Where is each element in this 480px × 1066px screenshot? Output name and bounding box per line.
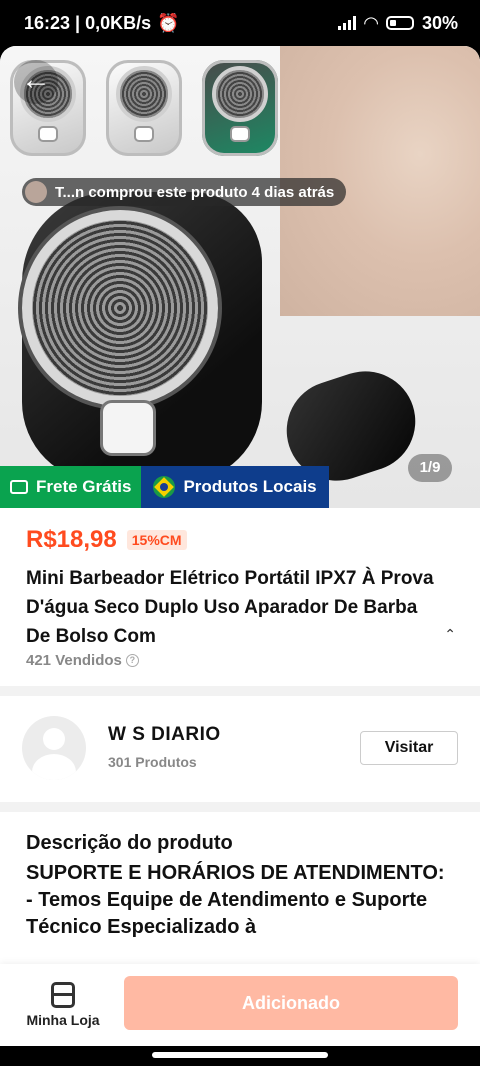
my-shop-button[interactable]: Minha Loja [20, 982, 106, 1030]
status-bar: 16:23 | 0,0KB/s ⏰ ◠ 30% [0, 0, 480, 46]
variant-green-image [202, 60, 278, 156]
product-price: R$18,98 [26, 526, 117, 553]
wifi-icon: ◠ [364, 12, 378, 33]
shaver-button-image [100, 400, 156, 456]
shop-icon [51, 982, 75, 1008]
product-page: ← T...n comprou este produto 4 dias atrá… [0, 46, 480, 1046]
product-info: R$18,98 15%CM Mini Barbeador Elétrico Po… [0, 508, 480, 684]
description-title: Descrição do produto [26, 832, 233, 854]
free-shipping-badge: Frete Grátis [0, 466, 142, 508]
alarm-icon: ⏰ [157, 12, 180, 33]
visit-store-button[interactable]: Visitar [360, 731, 458, 765]
collapse-title-icon[interactable]: ⌃ [444, 626, 456, 643]
shaver-head-image [22, 210, 218, 406]
description-body: SUPORTE E HORÁRIOS DE ATENDIMENTO: - Tem… [26, 862, 445, 938]
purchase-toast-text: T...n comprou este produto 4 dias atrás [55, 183, 335, 201]
buyer-avatar [25, 181, 47, 203]
home-indicator[interactable] [152, 1052, 328, 1058]
store-product-count: 301 Produtos [108, 754, 197, 770]
local-products-badge: Produtos Locais [141, 466, 329, 508]
section-divider [0, 802, 480, 812]
variant-silver-image [106, 60, 182, 156]
section-divider [0, 686, 480, 696]
bottom-action-bar: Minha Loja Adicionado [0, 964, 480, 1046]
back-arrow-icon[interactable]: ← [14, 60, 58, 104]
signal-icon [338, 16, 357, 30]
my-shop-label: Minha Loja [26, 1012, 100, 1028]
local-products-label: Produtos Locais [183, 477, 317, 496]
store-avatar[interactable] [22, 716, 86, 780]
purchase-toast: T...n comprou este produto 4 dias atrás [22, 178, 347, 206]
store-name[interactable]: W S DIARIO [108, 724, 221, 746]
help-icon[interactable]: ? [125, 654, 139, 667]
product-description: Descrição do produto SUPORTE E HORÁRIOS … [0, 812, 480, 972]
truck-icon [10, 480, 28, 494]
brazil-flag-icon [153, 476, 176, 498]
free-shipping-label: Frete Grátis [36, 477, 132, 496]
image-counter: 1/9 [408, 454, 452, 482]
discount-badge: 15%CM [126, 530, 187, 550]
product-badges: Frete Grátis Produtos Locais [0, 466, 329, 508]
battery-icon [385, 16, 414, 30]
battery-level: 30% [421, 12, 458, 33]
store-card: W S DIARIO 301 Produtos Visitar [0, 696, 480, 802]
add-to-cart-button[interactable]: Adicionado [124, 976, 458, 1030]
status-time: 16:23 | 0,0KB/s [24, 12, 152, 33]
sold-count: 421 Vendidos [26, 652, 122, 669]
product-image-carousel[interactable]: ← T...n comprou este produto 4 dias atrá… [0, 46, 480, 508]
product-title: Mini Barbeador Elétrico Portátil IPX7 À … [26, 568, 434, 647]
